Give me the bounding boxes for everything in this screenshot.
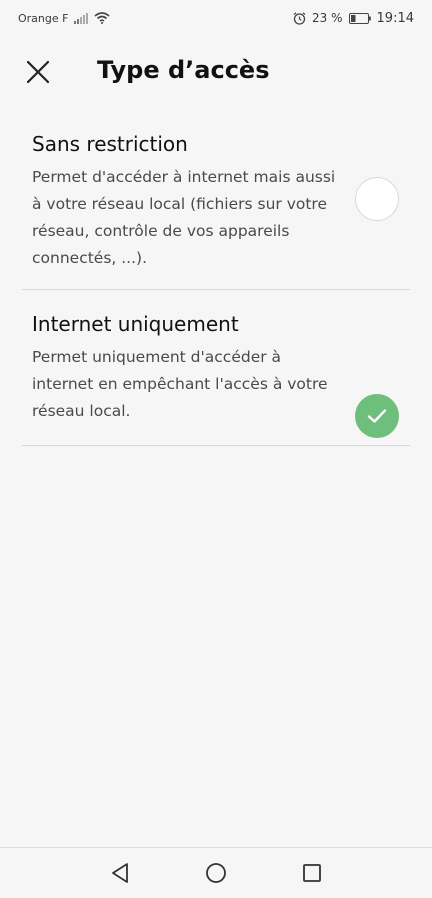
close-button[interactable]: [18, 52, 58, 92]
recents-icon: [303, 864, 321, 882]
system-nav-bar: [0, 847, 432, 898]
clock: 19:14: [376, 10, 414, 26]
back-button[interactable]: [106, 859, 134, 887]
app-bar: Type d’accès: [0, 44, 432, 100]
alarm-icon: [293, 11, 306, 25]
check-icon: [367, 409, 387, 423]
home-icon: [206, 863, 226, 883]
close-icon: [26, 60, 50, 84]
signal-icon: [74, 12, 89, 24]
option-title: Sans restriction: [32, 132, 188, 156]
option-description: Permet d'accéder à internet mais aussi à…: [32, 168, 336, 267]
status-right: 23 % 19:14: [293, 11, 414, 26]
option-description: Permet uniquement d'accéder à internet e…: [32, 348, 328, 420]
screen: Orange F 23 % 19:14 Type d’accès Sans re…: [0, 0, 432, 898]
radio-unselected[interactable]: [355, 177, 399, 221]
back-icon: [112, 863, 128, 883]
wifi-icon: [94, 12, 110, 24]
carrier-label: Orange F: [18, 11, 69, 25]
option-sans-restriction[interactable]: Sans restriction Permet d'accéder à inte…: [22, 118, 410, 290]
option-title: Internet uniquement: [32, 312, 239, 336]
battery-percent: 23 %: [312, 11, 343, 25]
home-button[interactable]: [202, 859, 230, 887]
access-type-options: Sans restriction Permet d'accéder à inte…: [22, 118, 410, 446]
battery-icon: [348, 12, 371, 24]
status-bar: Orange F 23 % 19:14: [0, 0, 432, 36]
option-internet-uniquement[interactable]: Internet uniquement Permet uniquement d'…: [22, 290, 410, 446]
status-left: Orange F: [18, 12, 110, 25]
page-title: Type d’accès: [97, 56, 270, 84]
radio-selected[interactable]: [355, 394, 399, 438]
recents-button[interactable]: [298, 859, 326, 887]
